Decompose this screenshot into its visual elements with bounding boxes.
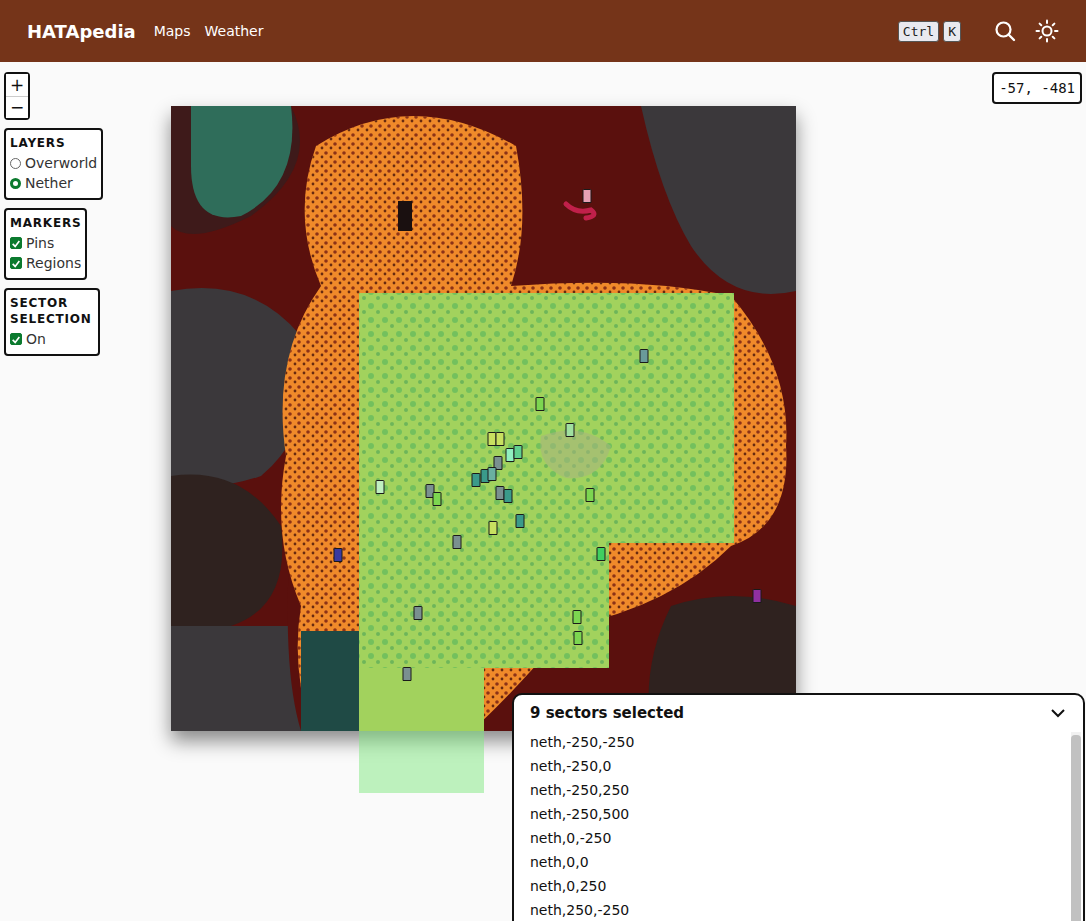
scrollbar[interactable]	[1071, 732, 1081, 921]
sector-panel: 9 sectors selectedneth,-250,-250neth,-25…	[512, 693, 1085, 921]
map-pin[interactable]	[514, 445, 523, 459]
radio-icon[interactable]	[10, 158, 21, 169]
zoom-control: +−	[4, 72, 30, 120]
top-bar: HATApedia Maps Weather CtrlK	[0, 0, 1086, 62]
sector-item[interactable]: neth,0,0	[530, 850, 1055, 874]
key: Ctrl	[898, 21, 939, 42]
map-pin[interactable]	[574, 631, 583, 645]
control-box: LAYERS OverworldNether	[4, 128, 103, 200]
sector-item[interactable]: neth,-250,500	[530, 802, 1055, 826]
sector-item[interactable]: neth,0,250	[530, 874, 1055, 898]
sector-item[interactable]: neth,-250,0	[530, 754, 1055, 778]
control-option[interactable]: Pins	[10, 233, 81, 253]
map-pin[interactable]	[566, 423, 575, 437]
sector-item[interactable]: neth,-250,250	[530, 778, 1055, 802]
map-pin[interactable]	[583, 189, 592, 203]
sector-item[interactable]: neth,-250,-250	[530, 730, 1055, 754]
radio-icon[interactable]	[10, 178, 21, 189]
sector-item[interactable]: neth,250,-250	[530, 898, 1055, 921]
sector-item[interactable]: neth,0,-250	[530, 826, 1055, 850]
control-box: MARKERS PinsRegions	[4, 208, 87, 280]
sun-icon[interactable]	[1035, 19, 1059, 43]
map-pin[interactable]	[640, 349, 649, 363]
map-pin[interactable]	[597, 547, 606, 561]
map-pin[interactable]	[753, 589, 762, 603]
map-pin[interactable]	[488, 467, 497, 481]
nav-link[interactable]: Maps	[154, 23, 191, 39]
nav: Maps Weather	[154, 23, 264, 39]
control-box: SECTOR SELECTIONOn	[4, 288, 100, 356]
map-pin[interactable]	[516, 514, 525, 528]
control-option[interactable]: Overworld	[10, 153, 97, 173]
map-viewport[interactable]: +− LAYERS OverworldNether MARKERS PinsRegion…	[0, 62, 1086, 921]
control-option[interactable]: Nether	[10, 173, 97, 193]
selected-sector[interactable]	[609, 293, 734, 418]
map[interactable]	[171, 106, 796, 731]
zoom-in-button[interactable]: +	[6, 74, 28, 96]
map-controls: +− LAYERS OverworldNether MARKERS PinsRegion…	[4, 72, 103, 356]
coordinates: -57, -481	[992, 72, 1082, 104]
chevron-down-icon[interactable]	[1049, 704, 1067, 722]
map-pin[interactable]	[334, 548, 343, 562]
map-pin[interactable]	[586, 488, 595, 502]
brand-logo[interactable]: HATApedia	[27, 21, 136, 42]
sector-panel-header[interactable]: 9 sectors selected	[514, 695, 1083, 728]
page: HATApedia Maps Weather CtrlK +− LAYERS Overwor…	[0, 0, 1086, 921]
selected-sector[interactable]	[359, 293, 484, 418]
control-title: SECTOR SELECTION	[10, 295, 94, 327]
selected-sector[interactable]	[484, 293, 609, 418]
map-pin[interactable]	[403, 667, 412, 681]
map-pin[interactable]	[496, 432, 505, 446]
zoom-out-button[interactable]: −	[6, 96, 28, 118]
selected-sector[interactable]	[359, 668, 484, 793]
search-icon[interactable]	[993, 19, 1017, 43]
map-pin[interactable]	[536, 397, 545, 411]
selected-sector[interactable]	[609, 418, 734, 543]
map-pin[interactable]	[573, 610, 582, 624]
control-title: LAYERS	[10, 135, 94, 151]
map-pin[interactable]	[504, 489, 513, 503]
checkbox-icon[interactable]	[10, 333, 22, 345]
map-pin[interactable]	[472, 473, 481, 487]
selected-sector[interactable]	[484, 543, 609, 668]
map-pin[interactable]	[433, 492, 442, 506]
key: K	[943, 21, 961, 42]
map-pin[interactable]	[414, 606, 423, 620]
checkbox-icon[interactable]	[10, 237, 22, 249]
control-option[interactable]: On	[10, 329, 94, 349]
search-shortcut[interactable]: CtrlK	[898, 21, 961, 42]
map-pin[interactable]	[453, 535, 462, 549]
control-option[interactable]: Regions	[10, 253, 81, 273]
sector-list: neth,-250,-250neth,-250,0neth,-250,250ne…	[514, 728, 1071, 921]
map-pin[interactable]	[376, 480, 385, 494]
checkbox-icon[interactable]	[10, 257, 22, 269]
control-title: MARKERS	[10, 215, 81, 231]
nav-link[interactable]: Weather	[205, 23, 264, 39]
map-pin[interactable]	[489, 521, 498, 535]
